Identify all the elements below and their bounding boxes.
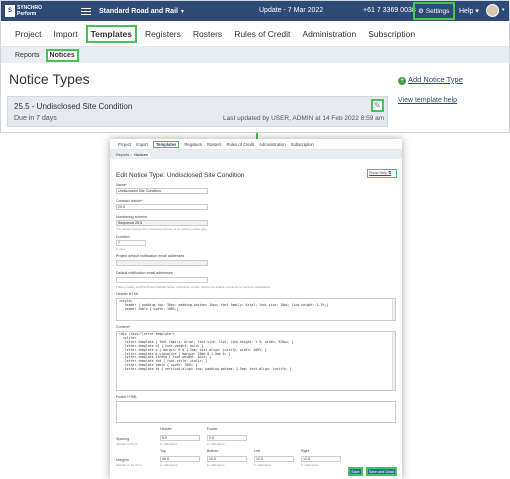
spacing-header-heading: Header [160,427,172,431]
settings-label: Settings [425,7,450,15]
tab-registers[interactable]: Registers [184,142,202,147]
show-help-link[interactable]: Show Help ⧉ [367,169,397,178]
tab-import[interactable]: Import [53,29,77,39]
numbering-scheme-select: Sequence 25.5 [116,220,208,226]
sub-nav: Reports Notices [1,47,509,63]
edit-heading: Edit Notice Type: Undisclosed Site Condi… [116,172,245,179]
synchro-logo[interactable]: S SYNCHRO Perform [1,1,65,21]
tab-subscription[interactable]: Subscription [368,29,415,39]
tab-templates[interactable]: Templates [85,24,137,43]
margin-top-heading: Top [160,449,166,453]
save-and-close-button[interactable]: Save and Close [366,467,397,476]
spacing-hint: defaults to 5mm [116,442,138,446]
scrollbar[interactable] [392,332,395,390]
page-title: Notice Types [9,71,90,87]
help-menu[interactable]: Help ▾ [459,7,479,15]
default-email-label: Default notification email addresses [116,271,173,275]
update-link[interactable]: Update - 7 Mar 2022 [259,7,323,14]
duration-label: Duration [116,235,130,239]
avatar[interactable] [486,4,499,17]
unit-hint: in millimetres [301,463,319,467]
margin-left-field[interactable]: 12.5 [254,456,294,462]
tab-import[interactable]: Import [136,142,148,147]
scrollbar[interactable] [392,299,395,320]
margins-hint: defaults to 10.7mm [116,463,142,467]
notice-types-page: S SYNCHRO Perform Standard Road and Rail… [0,0,510,133]
tab-rosters[interactable]: Rosters [207,142,221,147]
tab-rules-of-credit[interactable]: Rules of Credit [226,142,254,147]
contract-clause-field[interactable]: 25.5 [116,204,208,210]
unit-hint: in millimetres [160,463,178,467]
notice-type-title: 25.5 - Undisclosed Site Condition [14,102,133,111]
default-email-hint: These emails, and the Project Default no… [116,285,271,289]
default-email-field[interactable] [116,277,208,283]
company-selector[interactable]: Standard Road and Rail [99,8,178,15]
duration-field[interactable]: 7 [116,240,146,246]
subtab-notices[interactable]: Notices [132,152,151,157]
subtab-reports[interactable]: Reports [15,52,40,59]
tab-registers[interactable]: Registers [145,29,181,39]
tab-administration[interactable]: Administration [259,142,286,147]
plus-icon: + [398,77,406,85]
logo-mark: S [5,5,15,17]
edit-icon[interactable]: ✎ [371,99,384,112]
tab-subscription[interactable]: Subscription [291,142,314,147]
margin-bottom-field[interactable]: 10.0 [207,456,247,462]
main-nav: Project Import Templates Registers Roste… [110,139,402,150]
header-html-label: Header HTML [116,292,139,296]
chevron-down-icon[interactable]: ▾ [181,8,184,15]
tab-administration[interactable]: Administration [302,29,356,39]
spacing-header-field[interactable]: 5.0 [160,435,200,441]
edit-notice-type-panel: Project Import Templates Registers Roste… [110,139,402,479]
footer-html-label: Footer HTML [116,395,138,399]
margin-left-heading: Left [254,449,260,453]
margin-right-heading: Right [301,449,310,453]
notice-type-card[interactable]: 25.5 - Undisclosed Site Condition Due in… [7,96,388,127]
spacing-footer-field[interactable]: 2.0 [207,435,247,441]
project-email-field [116,260,208,266]
unit-hint: in millimetres [160,442,178,446]
phone-number: +61 7 3369 0038 [363,7,416,14]
gear-icon: ⚙ [418,8,424,15]
project-email-label: Project default notification email addre… [116,254,185,258]
spacing-footer-heading: Footer [207,427,218,431]
contract-clause-label: Contract clause* [116,199,143,203]
numbering-scheme-label: Numbering scheme [116,215,148,219]
tab-project[interactable]: Project [118,142,131,147]
sub-nav: Reports Notices [110,150,402,159]
name-field[interactable]: Undisclosed Site Condition [116,188,208,194]
margin-bottom-heading: Bottom [207,449,219,453]
settings-menu[interactable]: ⚙ Settings [413,2,455,20]
unit-hint: in millimetres [207,463,225,467]
tab-project[interactable]: Project [15,29,41,39]
tab-rules-of-credit[interactable]: Rules of Credit [234,29,290,39]
view-template-help-link[interactable]: View template help [398,97,457,104]
unit-hint: in millimetres [207,442,225,446]
numbering-scheme-hint: You cannot change the numbering scheme o… [116,227,208,231]
spacing-label: Spacing [116,437,129,441]
main-nav: Project Import Templates Registers Roste… [1,21,509,47]
add-notice-type-link[interactable]: + Add Notice Type [398,75,463,85]
tab-templates[interactable]: Templates [152,140,180,148]
hamburger-menu-icon[interactable] [81,6,91,17]
footer-html-editor[interactable] [116,401,396,423]
subtab-notices[interactable]: Notices [45,48,79,62]
notice-type-due: Due in 7 days [14,115,57,122]
margin-right-field[interactable]: 12.5 [301,456,341,462]
logo-text-line2: Perform [17,11,37,17]
name-label: Name* [116,183,127,187]
duration-hint: in days [116,247,126,251]
chevron-down-icon[interactable]: ▾ [502,7,505,13]
last-updated-text: Last updated by USER, ADMIN at 14 Feb 20… [223,115,385,122]
subtab-reports[interactable]: Reports [116,153,129,157]
app-bar: S SYNCHRO Perform Standard Road and Rail… [1,1,509,21]
header-html-editor[interactable]: <style> .header { padding-top: 30px; pad… [116,298,396,321]
unit-hint: in millimetres [254,463,272,467]
tab-rosters[interactable]: Rosters [193,29,222,39]
content-label: Content* [116,325,130,329]
margin-top-field[interactable]: 40.0 [160,456,200,462]
content-editor[interactable]: <div class="letter-template"> <style> .l… [116,331,396,391]
save-button[interactable]: Save [348,467,363,476]
margins-label: Margins [116,458,129,462]
